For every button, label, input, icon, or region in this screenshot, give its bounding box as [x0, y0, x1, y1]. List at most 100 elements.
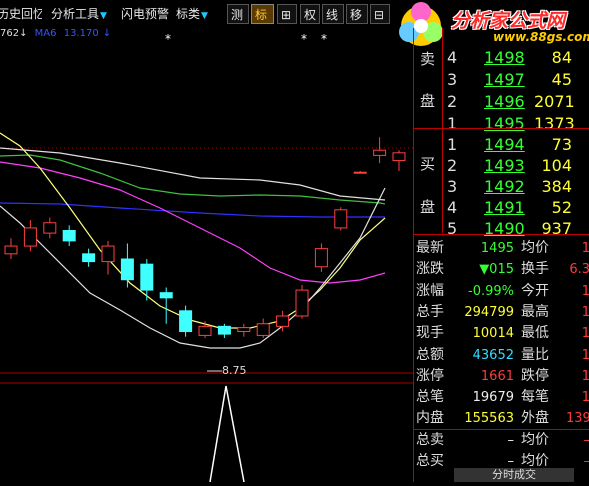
sell-volume: 45	[551, 70, 572, 89]
toolbar-item-label: 闪电预警	[121, 7, 170, 21]
buy-price: 1490	[484, 219, 525, 238]
stat-label: 跌停	[521, 367, 549, 384]
stat-value: ▼015	[479, 262, 514, 278]
buy-volume: 937	[541, 219, 572, 238]
toolbar-item-label: ⊟	[374, 8, 385, 22]
candle-body	[120, 258, 134, 281]
buy-volume: 52	[551, 198, 572, 217]
buy-price: 1491	[484, 198, 525, 217]
candle-body	[256, 323, 270, 336]
stat-value: 1661	[480, 368, 514, 384]
toolbar-item-label: 分析工具	[51, 7, 100, 21]
indicator-spike	[209, 385, 245, 483]
stat-label: 内盘	[416, 410, 444, 427]
toolbar-item-7[interactable]: 权	[300, 4, 320, 24]
stat-label: 涨幅	[416, 282, 444, 299]
toolbar-item-6[interactable]: ⊞	[277, 4, 297, 24]
toolbar-item-9[interactable]: 移	[346, 4, 368, 24]
sell-volume: 84	[551, 48, 572, 67]
candle-body	[159, 292, 173, 299]
candle-body	[276, 315, 290, 327]
buy-level-label: 2	[447, 156, 458, 175]
stat-label: 总笔	[416, 389, 444, 406]
toolbar-item-4[interactable]: 测	[227, 4, 249, 24]
stat-label: 总卖	[416, 431, 444, 448]
stat-label: 总手	[416, 303, 444, 320]
ma-yellow-line	[0, 132, 386, 329]
ma-blue-line	[0, 202, 385, 218]
buy-price: 1492	[484, 177, 525, 196]
kline-svg: * * * 8.75	[0, 32, 413, 483]
dropdown-arrow-icon: ▼	[201, 11, 208, 21]
stat-label: 均价	[521, 240, 549, 256]
candle-body	[392, 152, 406, 162]
candle-body	[314, 248, 328, 268]
sell-price: 1496	[484, 92, 525, 111]
divider	[414, 234, 589, 235]
stat-value: 1	[581, 326, 589, 342]
stat-label: 今开	[521, 282, 549, 299]
candle-body	[373, 149, 387, 156]
stat-label: 量比	[521, 346, 549, 363]
toolbar-item-label: 历史回忆	[0, 7, 42, 21]
toolbar-item-label: 标类	[176, 7, 201, 21]
buy-level-label: 4	[447, 198, 458, 217]
sell-section-label-2: 盘	[420, 92, 436, 110]
candles-group	[4, 137, 406, 338]
buy-volume: 73	[551, 135, 572, 154]
toolbar-item-label: ⊞	[281, 8, 292, 22]
toolbar-item-10[interactable]: ⊟	[370, 4, 390, 24]
candle-body	[23, 227, 37, 247]
candle-body	[179, 310, 193, 333]
stat-value: 43652	[472, 347, 514, 363]
sell-price: 1498	[484, 48, 525, 67]
toolbar-item-2[interactable]: 闪电预警	[118, 4, 171, 24]
candle-body	[198, 325, 212, 336]
stat-value: 1	[581, 347, 589, 363]
signal-star-3: *	[321, 32, 327, 46]
candle-body	[295, 289, 309, 317]
candle-body	[62, 230, 76, 242]
stat-value: 6.3	[569, 262, 589, 278]
toolbar-item-5[interactable]: 标	[251, 4, 274, 24]
stat-label: 最新	[416, 240, 444, 256]
buy-volume: 104	[541, 156, 572, 175]
buy-level-label: 1	[447, 135, 458, 154]
stat-label: 总买	[416, 453, 444, 469]
quote-panel: 4 1498 84 3 1497 45 2 1496 2071 1 1495 1373 卖盘 1 1494 7…	[413, 28, 589, 482]
stat-label: 均价	[521, 431, 549, 448]
stat-value: 1	[581, 283, 589, 299]
divider-vertical	[442, 28, 443, 233]
buy-volume: 384	[541, 177, 572, 196]
candle-body	[353, 171, 367, 174]
buy-level-label: 3	[447, 177, 458, 196]
toolbar-item-label: 权	[304, 8, 317, 22]
toolbar-item-1[interactable]: 分析工具▼	[48, 4, 114, 24]
tab-trades[interactable]: 分时成交	[454, 468, 574, 482]
sell-level-label: 1	[447, 114, 458, 133]
sell-level-label: 2	[447, 92, 458, 111]
low-marker-label: 8.75	[222, 364, 247, 377]
sell-volume: 2071	[534, 92, 575, 111]
toolbar-item-0[interactable]: 历史回忆	[0, 4, 42, 24]
candle-body	[4, 245, 18, 255]
stat-label: 外盘	[521, 410, 549, 427]
kline-chart[interactable]: * * * 8.75	[0, 28, 413, 483]
candle-body	[237, 327, 251, 333]
candle-body	[43, 222, 57, 234]
toolbar-item-3[interactable]: 标类▼	[173, 4, 225, 24]
stat-value: 139	[566, 411, 589, 427]
sell-section-label-1: 卖	[420, 50, 436, 68]
buy-section-label-1: 买	[420, 155, 436, 173]
sell-price: 1497	[484, 70, 525, 89]
stat-value: 1	[581, 390, 589, 406]
signal-star-2: *	[301, 32, 307, 46]
sell-level-label: 3	[447, 70, 458, 89]
toolbar-item-8[interactable]: 线	[322, 4, 344, 24]
stat-value: 19679	[472, 390, 514, 406]
stat-value: 294799	[464, 304, 514, 320]
stat-label: 最低	[521, 325, 549, 342]
candle-body	[82, 253, 96, 263]
toolbar-item-label: 标	[255, 8, 268, 22]
buy-price: 1493	[484, 156, 525, 175]
